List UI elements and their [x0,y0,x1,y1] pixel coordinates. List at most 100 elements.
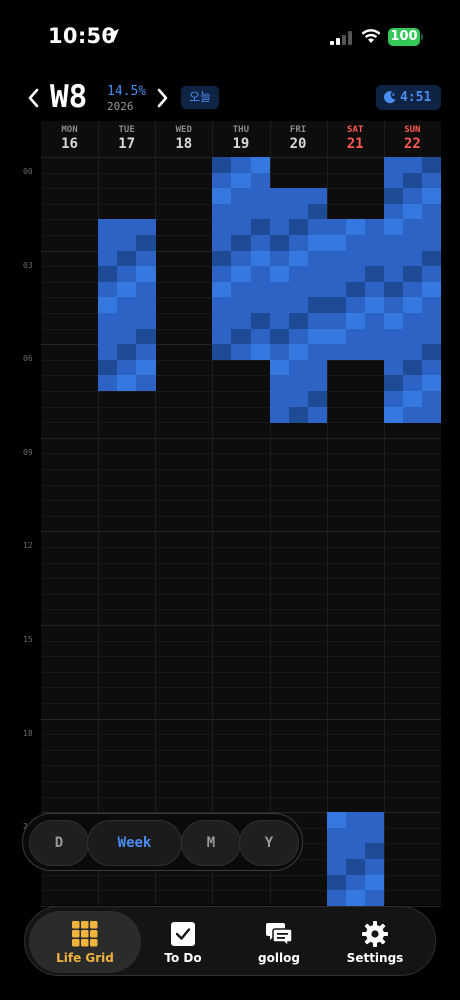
activity-cell [231,297,251,314]
view-option-m[interactable]: M [181,820,241,866]
day-date: 22 [403,136,421,152]
activity-cell [250,203,271,220]
activity-cell [231,344,251,361]
activity-cell [136,297,156,314]
activity-cell [364,874,385,891]
view-option-y[interactable]: Y [239,820,299,866]
activity-cell [307,281,328,298]
activity-cell [326,812,347,829]
day-date: 21 [346,136,364,152]
week-grid[interactable]: MON 16 TUE 17 WED 18 THU 19 FRI 20 SAT 21 SUN 22 [41,121,442,907]
activity-cell [250,266,271,283]
activity-cell [117,328,137,345]
view-option-week[interactable]: Week [87,820,182,866]
grid-row-line [41,749,441,751]
activity-cell [288,219,309,236]
hour-label: 06 [23,354,33,364]
activity-cell [383,359,404,376]
activity-cell [421,250,442,267]
activity-cell [231,188,251,205]
activity-cell [269,344,290,361]
activity-cell [250,157,271,174]
wifi-icon [361,29,381,43]
week-header: W8 14.5% 2026 오늘 z 4:51 [0,78,460,118]
grid-row-line [41,500,441,502]
grid-row-line [41,469,441,470]
activity-cell [364,344,385,361]
sleep-duration-button[interactable]: z 4:51 [376,85,441,110]
activity-cell [326,266,347,283]
activity-cell [383,172,404,189]
activity-cell [269,375,290,392]
activity-cell [402,235,423,252]
activity-cell [402,203,423,220]
activity-cell [231,266,251,283]
activity-cell [288,235,309,252]
grid-row-line [41,578,441,580]
grid-row-line [41,531,441,533]
activity-cell [98,375,118,392]
activity-cell [231,235,251,252]
activity-cell [117,219,137,236]
activity-cell [212,203,232,220]
svg-text:z: z [392,92,395,98]
battery-indicator: 100 [388,28,420,46]
day-header-sun[interactable]: SUN 22 [384,121,441,157]
day-header-thu[interactable]: THU 19 [212,121,269,157]
grid-row-line [41,687,441,689]
activity-cell [269,235,290,252]
activity-cell [231,313,251,330]
day-header-mon[interactable]: MON 16 [41,121,98,157]
tab-life-grid[interactable]: Life Grid [29,911,141,973]
activity-cell [117,375,137,392]
activity-cell [383,375,404,392]
activity-cell [307,235,328,252]
activity-cell [326,313,347,330]
day-name: SUN [404,125,421,135]
activity-cell [98,359,118,376]
activity-cell [250,219,271,236]
day-header-fri[interactable]: FRI 20 [270,121,327,157]
activity-cell [288,297,309,314]
activity-cell [117,344,137,361]
activity-cell [269,219,290,236]
view-option-d[interactable]: D [29,820,89,866]
today-button[interactable]: 오늘 [181,86,219,109]
activity-cell [383,235,404,252]
activity-cell [326,843,347,860]
activity-cell [326,297,347,314]
activity-cell [364,266,385,283]
activity-cell [326,235,347,252]
grid-row-line [41,718,441,720]
grid-row-line [41,453,441,455]
tab-label: Life Grid [56,951,114,965]
day-date: 20 [289,136,307,152]
activity-cell [288,406,309,423]
activity-cell [326,859,347,876]
activity-cell [383,250,404,267]
hour-label: 18 [23,728,33,738]
chevron-left-icon[interactable] [24,84,44,112]
grid-row-line [41,484,441,486]
activity-cell [307,344,328,361]
tab-settings[interactable]: Settings [319,911,431,973]
activity-cell [364,890,385,907]
activity-cell [307,313,328,330]
activity-cell [421,391,442,408]
chevron-right-icon[interactable] [152,84,172,112]
activity-cell [98,281,118,298]
day-header-wed[interactable]: WED 18 [155,121,212,157]
hour-label: 15 [23,635,33,644]
activity-cell [117,250,137,267]
day-header-sat[interactable]: SAT 21 [327,121,384,157]
activity-cell [136,235,156,252]
activity-cell [402,172,423,189]
activity-cell [402,219,423,236]
activity-cell [307,250,328,267]
year-label: 2026 [107,100,134,113]
day-header-tue[interactable]: TUE 17 [98,121,155,157]
activity-cell [98,344,118,361]
activity-cell [231,250,251,267]
activity-cell [345,890,366,907]
activity-cell [212,235,232,252]
